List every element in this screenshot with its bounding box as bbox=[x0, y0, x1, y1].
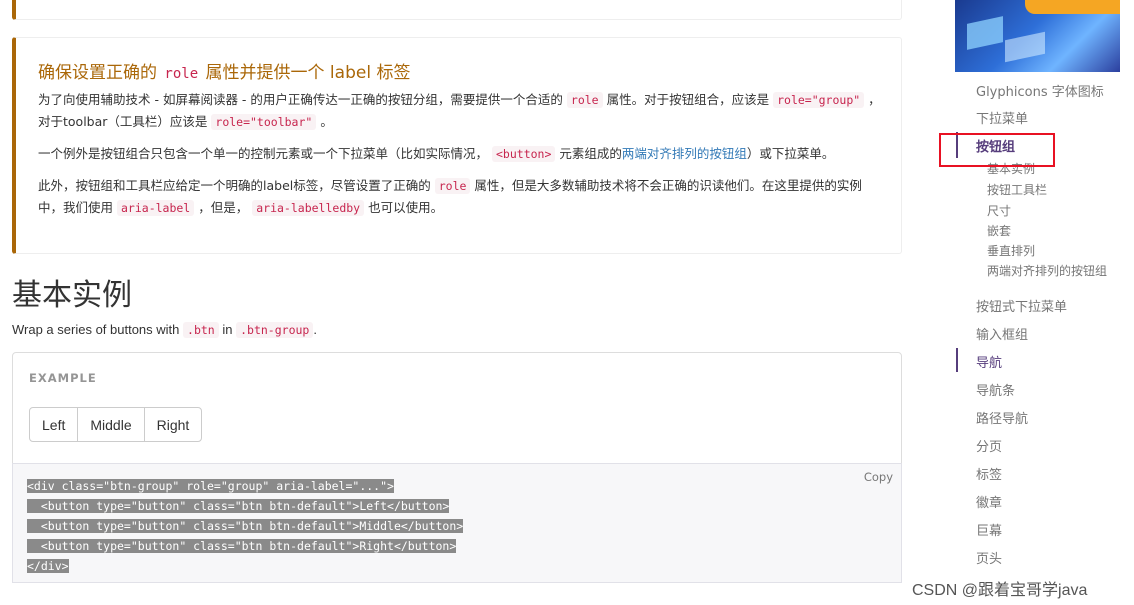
sidebar-subitem-toolbar[interactable]: 按钮工具栏 bbox=[987, 181, 1047, 198]
inline-code: role bbox=[566, 92, 603, 108]
section-title: 基本实例 bbox=[12, 278, 132, 313]
callout-paragraph-2: 一个例外是按钮组合只包含一个单一的控制元素或一个下拉菜单（比如实际情况， <bu… bbox=[38, 146, 835, 162]
sidebar-item-input-groups[interactable]: 输入框组 bbox=[976, 324, 1028, 343]
middle-button[interactable]: Middle bbox=[77, 407, 145, 442]
sidebar-nav: Glyphicons 字体图标 下拉菜单 按钮组 基本实例 按钮工具栏 尺寸 嵌… bbox=[955, 0, 1134, 605]
sidebar-item-labels[interactable]: 标签 bbox=[976, 464, 1002, 483]
inline-code: .btn bbox=[183, 322, 219, 338]
sidebar-subitem-sizing[interactable]: 尺寸 bbox=[987, 202, 1011, 219]
inline-code: role="group" bbox=[773, 92, 865, 108]
code-line: </div> bbox=[27, 559, 69, 573]
inline-code: <button> bbox=[492, 146, 556, 162]
callout-paragraph-3: 此外，按钮组和工具栏应给定一个明确的label标签，尽管设置了正确的 role … bbox=[38, 178, 862, 216]
example-label: EXAMPLE bbox=[29, 371, 97, 385]
code-line: <div class="btn-group" role="group" aria… bbox=[27, 479, 394, 493]
code-lines: <div class="btn-group" role="group" aria… bbox=[27, 476, 464, 576]
highlight-annotation-box bbox=[939, 133, 1055, 167]
sidebar-item-navbar[interactable]: 导航条 bbox=[976, 380, 1015, 399]
inline-code: role="toolbar" bbox=[211, 114, 317, 130]
warning-callout: 确保设置正确的 role 属性并提供一个 label 标签 为了向使用辅助技术 … bbox=[12, 37, 902, 254]
copy-button[interactable]: Copy bbox=[864, 470, 893, 484]
inline-code: role bbox=[164, 66, 199, 82]
right-button[interactable]: Right bbox=[143, 407, 203, 442]
left-button[interactable]: Left bbox=[29, 407, 79, 442]
sidebar-subitem-nesting[interactable]: 嵌套 bbox=[987, 222, 1011, 239]
example-box: EXAMPLE Left Middle Right bbox=[12, 352, 902, 464]
sidebar-item-pagination[interactable]: 分页 bbox=[976, 436, 1002, 455]
sidebar-item-glyphicons[interactable]: Glyphicons 字体图标 bbox=[976, 81, 1104, 100]
justified-btn-group-link[interactable]: 两端对齐排列的按钮组 bbox=[622, 146, 747, 161]
code-block: Copy <div class="btn-group" role="group"… bbox=[12, 463, 902, 583]
sidebar-subitem-justified[interactable]: 两端对齐排列的按钮组 bbox=[987, 262, 1107, 279]
inline-code: role bbox=[434, 178, 471, 194]
sidebar-item-dropdowns[interactable]: 下拉菜单 bbox=[976, 108, 1028, 127]
ad-banner-image[interactable] bbox=[955, 0, 1120, 72]
btn-group: Left Middle Right bbox=[29, 407, 203, 442]
callout-paragraph-1: 为了向使用辅助技术 - 如屏幕阅读器 - 的用户正确传达一正确的按钮分组，需要提… bbox=[38, 92, 881, 130]
sidebar-item-breadcrumbs[interactable]: 路径导航 bbox=[976, 408, 1028, 427]
sidebar-item-badges[interactable]: 徽章 bbox=[976, 492, 1002, 511]
sidebar-item-btn-dropdowns[interactable]: 按钮式下拉菜单 bbox=[976, 296, 1067, 315]
section-lead: Wrap a series of buttons with .btn in .b… bbox=[12, 322, 317, 338]
inline-code: aria-labelledby bbox=[252, 200, 365, 216]
inline-code: aria-label bbox=[117, 200, 195, 216]
sidebar-subitem-vertical[interactable]: 垂直排列 bbox=[987, 242, 1035, 259]
code-line: <button type="button" class="btn btn-def… bbox=[27, 519, 464, 533]
section-indicator bbox=[956, 348, 958, 372]
code-line: <button type="button" class="btn btn-def… bbox=[27, 539, 457, 553]
csdn-watermark: CSDN @跟着宝哥学java bbox=[912, 576, 1088, 600]
sidebar-item-page-header[interactable]: 页头 bbox=[976, 548, 1002, 567]
inline-code: .btn-group bbox=[236, 322, 314, 338]
sidebar-item-navs[interactable]: 导航 bbox=[976, 352, 1002, 371]
code-line: <button type="button" class="btn btn-def… bbox=[27, 499, 450, 513]
callout-title: 确保设置正确的 role 属性并提供一个 label 标签 bbox=[38, 63, 411, 83]
previous-callout bbox=[12, 0, 902, 20]
sidebar-item-jumbotron[interactable]: 巨幕 bbox=[976, 520, 1002, 539]
